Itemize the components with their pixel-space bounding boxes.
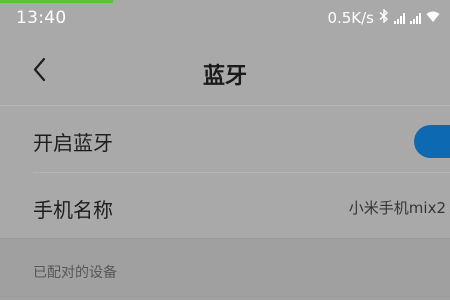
divider bbox=[0, 296, 450, 297]
bluetooth-toggle-label: 开启蓝牙 bbox=[33, 131, 113, 155]
divider bbox=[0, 238, 450, 239]
page-title: 蓝牙 bbox=[202, 64, 247, 89]
signal-icon bbox=[394, 12, 405, 24]
paired-devices-header: 已配对的设备 bbox=[33, 265, 117, 281]
bluetooth-toggle-row[interactable]: 开启蓝牙 bbox=[0, 106, 450, 172]
bluetooth-toggle-switch[interactable] bbox=[414, 125, 450, 158]
device-name-label: 手机名称 bbox=[33, 198, 113, 222]
status-icons: 0.5K/s bbox=[327, 8, 440, 27]
wifi-icon bbox=[426, 9, 440, 27]
status-time: 13:40 bbox=[16, 8, 67, 28]
bluetooth-settings-screen: 13:40 0.5K/s 蓝牙 开启蓝牙 手机名称 小米手机mix2 已配对的设… bbox=[0, 0, 450, 300]
device-name-row[interactable]: 手机名称 小米手机mix2 bbox=[0, 173, 450, 239]
navigation-bar: 蓝牙 bbox=[0, 35, 450, 105]
device-name-value: 小米手机mix2 bbox=[348, 199, 446, 217]
signal-icon bbox=[410, 12, 421, 24]
network-speed: 0.5K/s bbox=[327, 9, 374, 27]
status-bar: 13:40 0.5K/s bbox=[0, 3, 450, 35]
bluetooth-icon bbox=[379, 8, 389, 27]
